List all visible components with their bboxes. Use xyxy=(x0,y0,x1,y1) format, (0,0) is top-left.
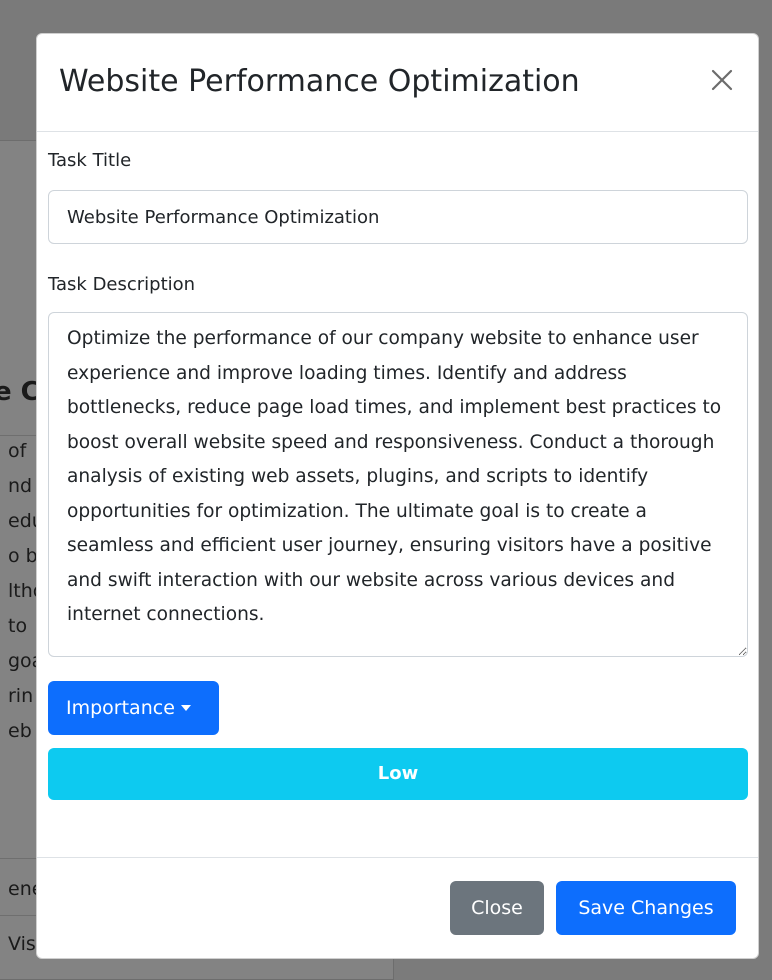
background-text: Vis xyxy=(8,933,36,955)
background-text: to xyxy=(8,615,28,637)
edit-task-modal: Website Performance Optimization Task Ti… xyxy=(36,33,759,959)
background-text: o b xyxy=(8,545,38,567)
save-changes-button[interactable]: Save Changes xyxy=(556,881,736,935)
background-divider xyxy=(0,858,36,859)
importance-button-label: Importance xyxy=(66,697,175,719)
task-title-input[interactable] xyxy=(48,190,748,244)
background-heading: e C xyxy=(0,377,40,407)
task-description-textarea[interactable]: Optimize the performance of our company … xyxy=(48,312,748,657)
background-text: rin xyxy=(8,685,34,707)
background-divider xyxy=(0,435,36,436)
task-description-label: Task Description xyxy=(48,274,196,295)
close-icon[interactable] xyxy=(706,64,738,96)
modal-header: Website Performance Optimization xyxy=(37,34,758,132)
background-text: nd xyxy=(8,475,33,497)
caret-down-icon xyxy=(180,705,191,711)
modal-title: Website Performance Optimization xyxy=(59,64,580,99)
task-title-label: Task Title xyxy=(48,150,132,171)
background-divider xyxy=(0,915,36,916)
modal-footer-divider xyxy=(37,857,758,858)
background-text: of xyxy=(8,440,27,462)
importance-level-badge: Low xyxy=(48,748,748,800)
importance-dropdown-button[interactable]: Importance xyxy=(48,681,219,735)
close-button[interactable]: Close xyxy=(450,881,544,935)
background-text: eb xyxy=(8,720,32,742)
